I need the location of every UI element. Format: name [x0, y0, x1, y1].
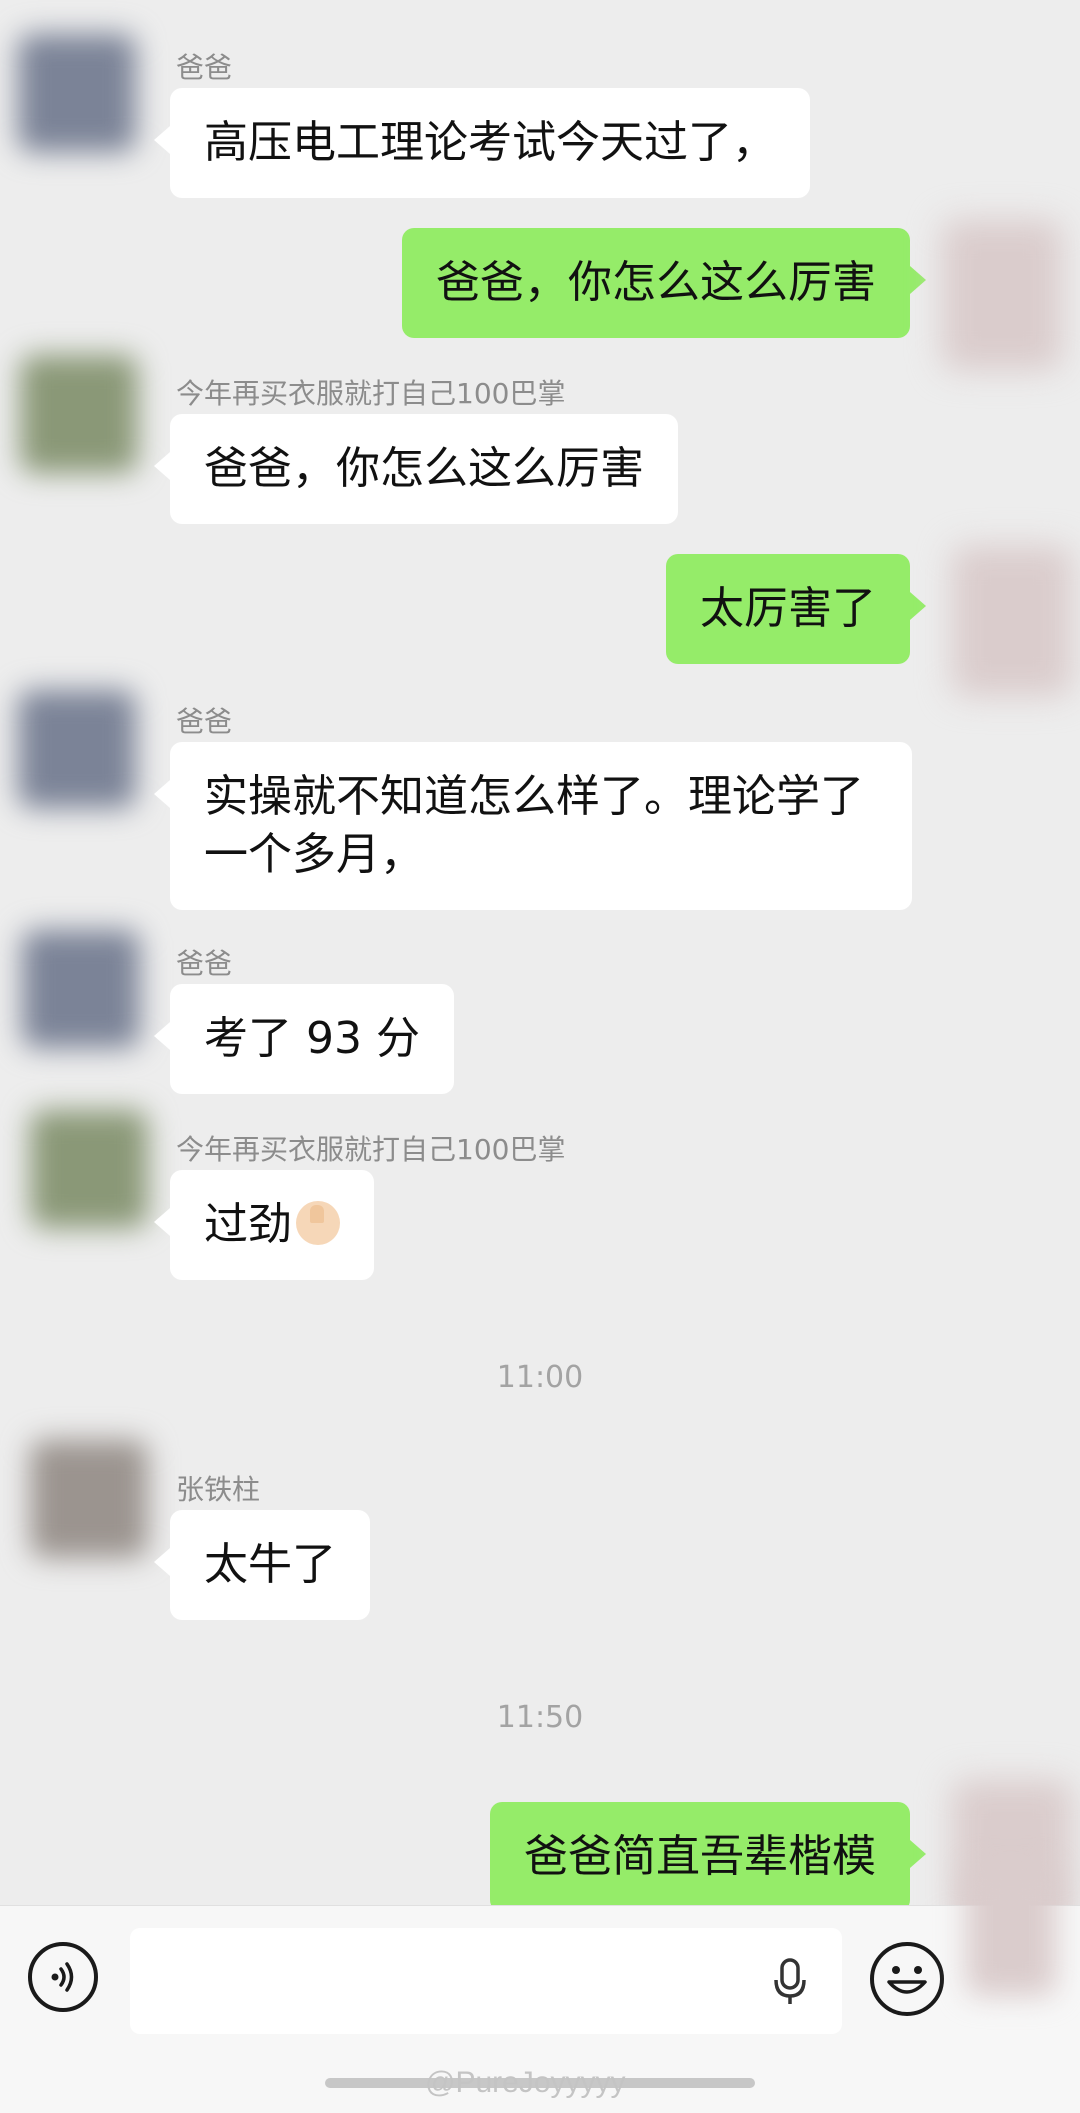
avatar-contact[interactable]	[30, 1110, 148, 1228]
message-text: 过劲	[204, 1199, 292, 1250]
sender-name: 今年再买衣服就打自己100巴掌	[176, 1133, 566, 1166]
sender-name: 今年再买衣服就打自己100巴掌	[176, 377, 566, 410]
timestamp: 11:50	[496, 1700, 584, 1735]
outgoing-message-bubble[interactable]: 太厉害了	[666, 554, 926, 664]
message-input[interactable]	[130, 1928, 842, 2034]
incoming-message-bubble[interactable]: 爸爸，你怎么这么厉害	[154, 414, 678, 524]
avatar-dad[interactable]	[22, 930, 140, 1048]
chat-message-list[interactable]: 爸爸 高压电工理论考试今天过了， 爸爸，你怎么这么厉害 今年再买衣服就打自己10…	[0, 0, 1080, 1905]
voice-icon[interactable]	[28, 1942, 98, 2012]
avatar-self-overflow	[966, 1866, 1056, 1996]
sender-name: 爸爸	[176, 947, 233, 980]
emoji-icon[interactable]	[870, 1942, 944, 2016]
avatar-self[interactable]	[942, 220, 1062, 370]
incoming-message-bubble[interactable]: 过劲	[154, 1170, 374, 1280]
incoming-message-bubble[interactable]: 考了 93 分	[154, 984, 454, 1094]
avatar-dad[interactable]	[18, 690, 136, 808]
incoming-message-bubble[interactable]: 太牛了	[154, 1510, 370, 1620]
sender-name: 张铁柱	[176, 1473, 261, 1506]
timestamp: 11:00	[496, 1360, 584, 1395]
avatar-self[interactable]	[952, 546, 1072, 696]
sender-name: 爸爸	[176, 705, 233, 738]
input-toolbar: @PureJoyyyyy	[0, 1866, 1080, 2113]
incoming-message-bubble[interactable]: 高压电工理论考试今天过了，	[154, 88, 810, 198]
incoming-message-bubble[interactable]: 实操就不知道怎么样了。理论学了一个多月，	[154, 742, 912, 910]
sender-name: 爸爸	[176, 51, 233, 84]
thumbs-up-icon	[296, 1201, 340, 1245]
outgoing-message-bubble[interactable]: 爸爸，你怎么这么厉害	[402, 228, 926, 338]
avatar-zhang[interactable]	[30, 1440, 148, 1558]
watermark: @PureJoyyyyy	[425, 2066, 626, 2099]
avatar-contact[interactable]	[20, 355, 138, 473]
outgoing-message-bubble[interactable]: 爸爸简直吾辈楷模	[490, 1802, 926, 1905]
mic-icon[interactable]	[770, 1958, 810, 2006]
avatar-dad[interactable]	[18, 34, 136, 152]
